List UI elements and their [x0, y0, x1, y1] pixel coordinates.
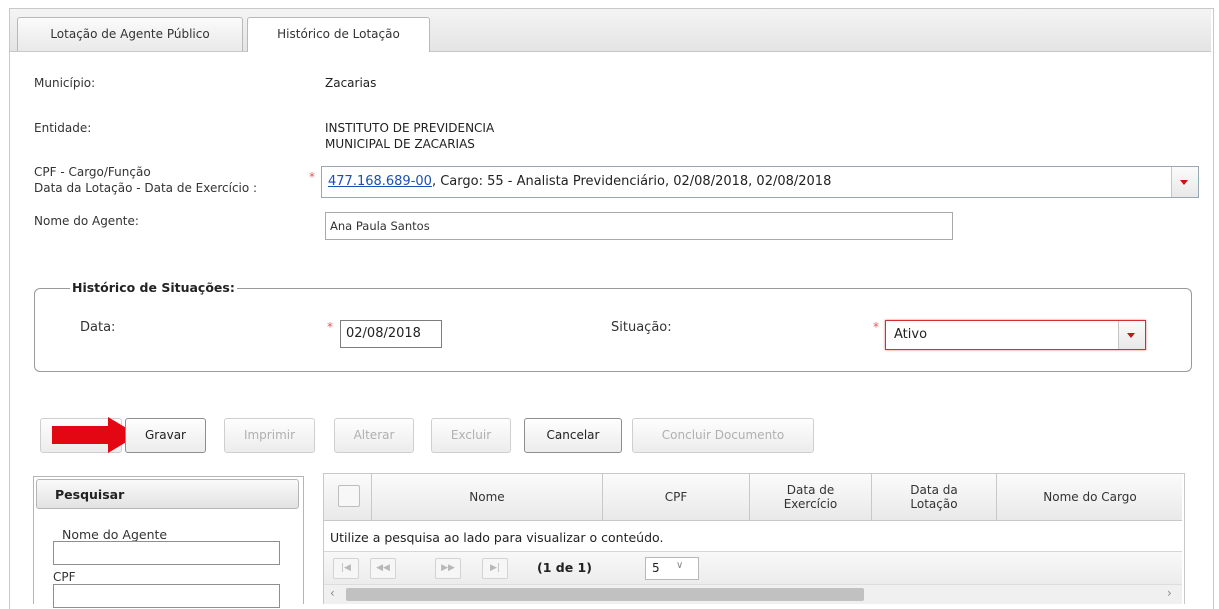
grid-empty-message: Utilize a pesquisa ao lado para visualiz… — [330, 530, 664, 545]
cpf-link[interactable]: 477.168.689-00 — [328, 174, 432, 189]
chevron-down-icon: ∨ — [676, 560, 684, 571]
entidade-value-line2: MUNICIPAL DE ZACARIAS — [325, 137, 475, 151]
col-nome-cargo-label: Nome do Cargo — [1043, 490, 1137, 504]
search-panel-title: Pesquisar — [36, 479, 299, 509]
col-data-exercicio[interactable]: Data de Exercício — [749, 474, 871, 520]
data-label: Data: — [80, 320, 116, 335]
data-lotacao-label: Data da Lotação - Data de Exercício : — [34, 181, 258, 195]
alterar-button[interactable]: Alterar — [334, 418, 414, 453]
situacao-required-mark: * — [873, 320, 879, 334]
situacao-dropdown-button[interactable] — [1118, 321, 1145, 349]
cancelar-button[interactable]: Cancelar — [524, 418, 622, 453]
data-input[interactable]: 02/08/2018 — [340, 320, 442, 348]
col-data-exercicio-line2: Exercício — [783, 497, 838, 511]
tab-historico-lotacao[interactable]: Histórico de Lotação — [247, 17, 430, 52]
required-mark: * — [309, 170, 315, 184]
situacao-select[interactable]: Ativo — [885, 320, 1146, 350]
search-cpf-input[interactable] — [53, 584, 280, 608]
col-divider — [371, 474, 372, 520]
nome-agente-label: Nome do Agente: — [34, 214, 139, 228]
chevron-down-icon — [1127, 333, 1135, 338]
prev-page-icon[interactable]: ◀◀ — [370, 558, 396, 579]
cpf-cargo-dropdown-button[interactable] — [1171, 167, 1198, 197]
cargo-text: , Cargo: 55 - Analista Previdenciário, 0… — [431, 174, 832, 189]
col-cpf-label: CPF — [664, 490, 688, 504]
data-input-value: 02/08/2018 — [346, 326, 421, 341]
col-data-lotacao-line1: Data da — [910, 483, 958, 497]
page-info: (1 de 1) — [537, 560, 592, 575]
municipio-label: Município: — [34, 76, 96, 90]
col-cpf[interactable]: CPF — [602, 474, 749, 520]
entidade-label: Entidade: — [34, 121, 92, 135]
col-nome-label: Nome — [469, 490, 505, 504]
col-nome[interactable]: Nome — [371, 474, 602, 520]
horizontal-scrollbar[interactable]: ‹ › — [324, 584, 1182, 604]
last-page-icon[interactable]: ▶| — [482, 558, 508, 579]
cpf-cargo-label: CPF - Cargo/Função — [34, 165, 151, 179]
col-data-lotacao[interactable]: Data da Lotação — [871, 474, 996, 520]
search-cpf-label: CPF — [53, 570, 76, 584]
next-page-icon[interactable]: ▶▶ — [435, 558, 461, 579]
chevron-down-icon — [1180, 180, 1188, 185]
page-size-select[interactable]: 5 ∨ — [645, 557, 699, 580]
data-required-mark: * — [327, 320, 333, 334]
imprimir-button[interactable]: Imprimir — [224, 418, 315, 453]
nome-agente-value: Ana Paula Santos — [330, 219, 430, 233]
col-data-exercicio-line1: Data de — [786, 483, 835, 497]
scroll-right-icon[interactable]: › — [1167, 586, 1172, 600]
scrollbar-thumb[interactable] — [346, 588, 864, 601]
page-size-value: 5 — [652, 561, 660, 575]
situacao-label: Situação: — [611, 320, 672, 335]
scroll-left-icon[interactable]: ‹ — [330, 586, 335, 600]
excluir-button[interactable]: Excluir — [431, 418, 511, 453]
cpf-cargo-select-value: 477.168.689-00, Cargo: 55 - Analista Pre… — [328, 174, 831, 189]
first-page-icon[interactable]: |◀ — [333, 558, 359, 579]
tab-lotacao-agente[interactable]: Lotação de Agente Público — [17, 17, 243, 51]
historico-legend: Histórico de Situações: — [70, 280, 237, 295]
situacao-value: Ativo — [894, 327, 928, 342]
col-data-lotacao-line2: Lotação — [910, 497, 958, 511]
search-nome-label: Nome do Agente — [62, 527, 168, 542]
nome-agente-field[interactable]: Ana Paula Santos — [325, 212, 953, 240]
cpf-cargo-select[interactable]: 477.168.689-00, Cargo: 55 - Analista Pre… — [321, 166, 1199, 198]
select-all-checkbox[interactable] — [338, 485, 360, 507]
col-nome-cargo[interactable]: Nome do Cargo — [996, 474, 1183, 520]
concluir-documento-button[interactable]: Concluir Documento — [632, 418, 814, 453]
municipio-value: Zacarias — [325, 76, 377, 90]
entidade-value-line1: INSTITUTO DE PREVIDENCIA — [325, 121, 495, 135]
search-nome-input[interactable] — [53, 541, 280, 565]
gravar-button[interactable]: Gravar — [125, 418, 206, 453]
